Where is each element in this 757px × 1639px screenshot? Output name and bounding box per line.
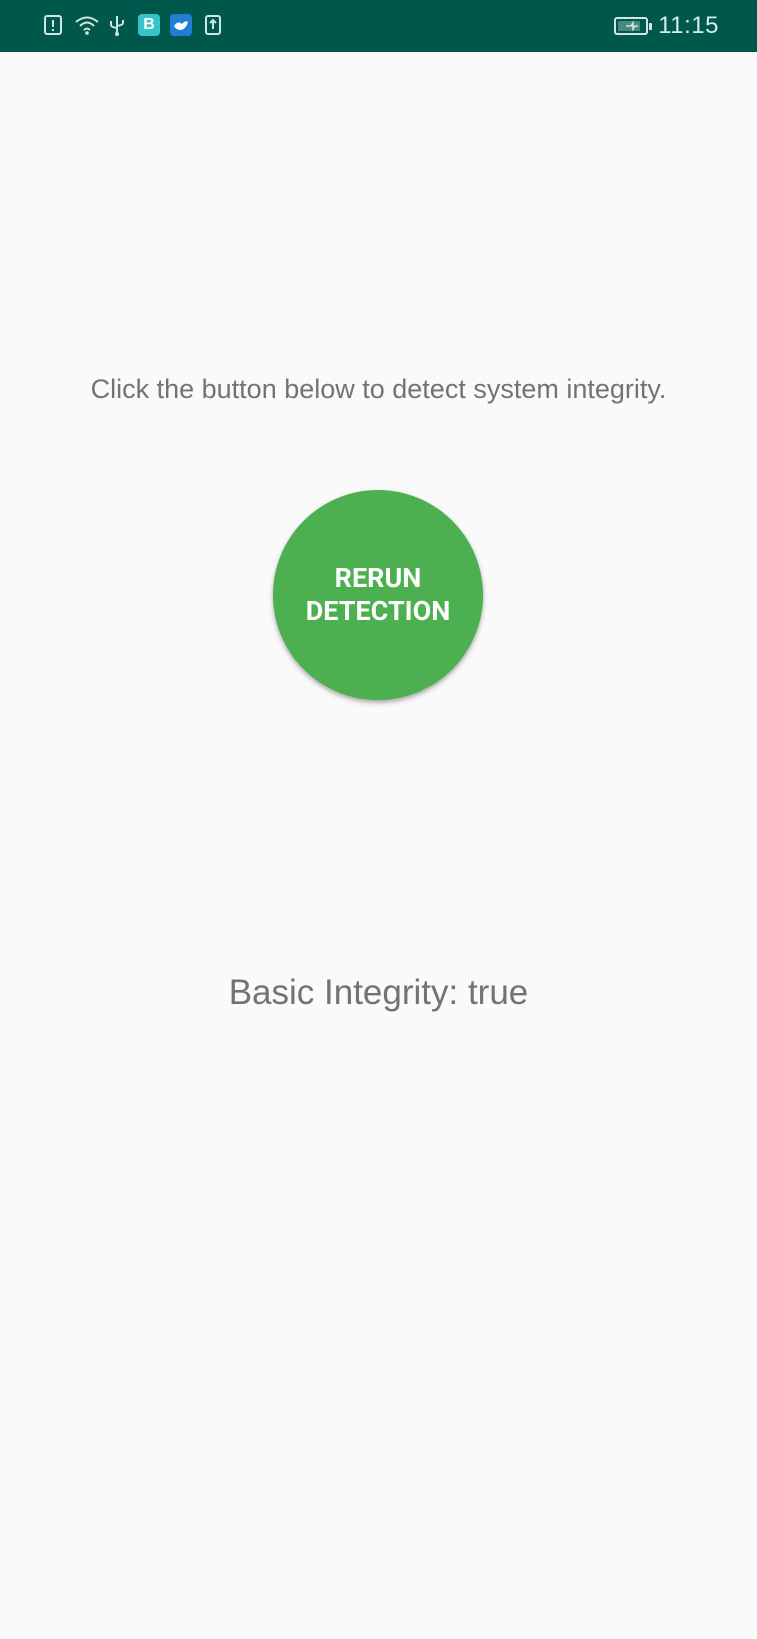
rerun-detection-button[interactable]: RERUN DETECTION bbox=[273, 490, 483, 700]
instruction-text: Click the button below to detect system … bbox=[90, 374, 667, 404]
status-icons-right: 11:15 bbox=[614, 12, 719, 40]
upload-icon bbox=[202, 14, 224, 36]
wifi-icon bbox=[74, 14, 99, 36]
battery-charging-icon bbox=[614, 17, 653, 35]
app-bird-icon bbox=[170, 14, 192, 36]
app-b-icon: B bbox=[138, 14, 160, 36]
status-icons-left: B bbox=[42, 14, 224, 36]
usb-icon bbox=[106, 14, 128, 36]
basic-integrity-result: Basic Integrity: true bbox=[228, 973, 529, 1012]
rerun-detection-label: RERUN DETECTION bbox=[305, 562, 451, 627]
sim-alert-icon bbox=[42, 14, 64, 36]
status-bar: B 11:15 bbox=[0, 0, 757, 52]
status-time: 11:15 bbox=[658, 12, 719, 39]
